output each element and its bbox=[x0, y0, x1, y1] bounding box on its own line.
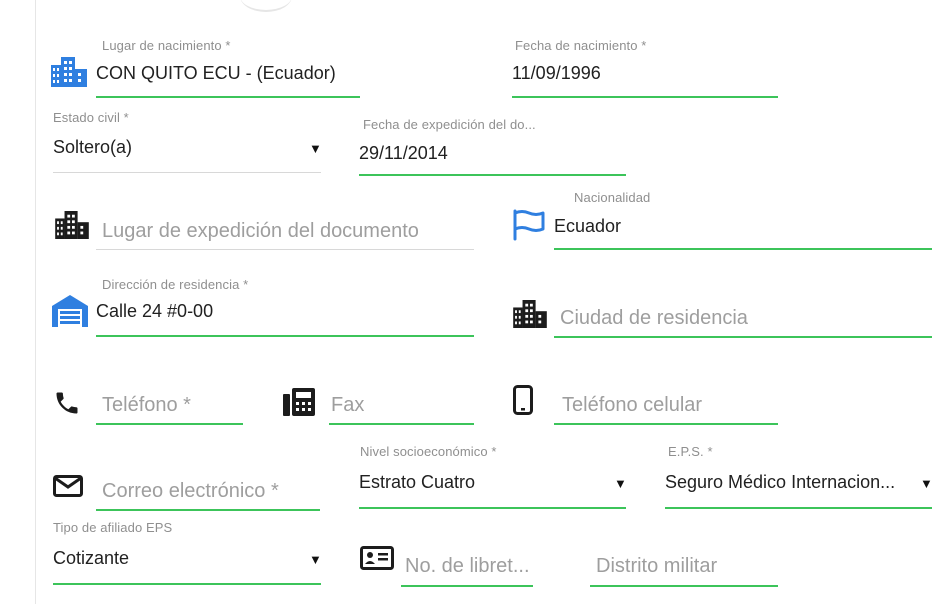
nationality-underline bbox=[554, 248, 932, 250]
id-card-icon bbox=[360, 546, 394, 570]
fax-input[interactable]: Fax bbox=[329, 390, 474, 426]
marital-status-label: Estado civil * bbox=[53, 110, 129, 125]
city-icon bbox=[513, 300, 547, 328]
email-placeholder: Correo electrónico * bbox=[102, 480, 279, 502]
mobile-phone-underline bbox=[554, 423, 778, 425]
birthplace-underline bbox=[96, 96, 360, 98]
nationality-field[interactable]: Nacionalidad Ecuador bbox=[554, 190, 932, 252]
phone-input[interactable]: Teléfono * bbox=[96, 390, 243, 426]
residence-city-underline bbox=[554, 336, 932, 338]
dropdown-arrow-icon: ▼ bbox=[309, 141, 322, 156]
military-district-input[interactable]: Distrito militar bbox=[590, 552, 778, 588]
fax-placeholder: Fax bbox=[331, 394, 365, 416]
residence-address-label: Dirección de residencia * bbox=[102, 277, 249, 292]
doc-issue-place-underline bbox=[96, 249, 474, 250]
military-card-underline bbox=[401, 585, 533, 587]
mobile-phone-icon bbox=[513, 385, 533, 415]
birthdate-label: Fecha de nacimiento * bbox=[515, 38, 647, 53]
residence-address-value: Calle 24 #0-00 bbox=[96, 301, 214, 321]
birthdate-field[interactable]: Fecha de nacimiento * 11/09/1996 bbox=[512, 38, 778, 100]
dropdown-arrow-icon: ▼ bbox=[309, 552, 322, 567]
marital-status-underline bbox=[53, 172, 321, 173]
panel-left-border bbox=[35, 0, 36, 604]
marital-status-select[interactable]: Estado civil * Soltero(a) ▼ bbox=[53, 110, 322, 174]
eps-affiliate-type-label: Tipo de afiliado EPS bbox=[53, 520, 173, 535]
birthplace-field[interactable]: Lugar de nacimiento * CON QUITO ECU - (E… bbox=[96, 38, 360, 100]
fax-underline bbox=[329, 423, 474, 425]
mobile-phone-placeholder: Teléfono celular bbox=[562, 394, 703, 416]
eps-affiliate-type-value: Cotizante bbox=[53, 548, 130, 568]
military-district-underline bbox=[590, 585, 778, 587]
dropdown-arrow-icon: ▼ bbox=[614, 476, 627, 491]
military-card-placeholder: No. de libret... bbox=[405, 555, 530, 577]
residence-address-field[interactable]: Dirección de residencia * Calle 24 #0-00 bbox=[96, 277, 474, 339]
eps-label: E.P.S. * bbox=[668, 444, 713, 459]
socioeconomic-level-value: Estrato Cuatro bbox=[359, 472, 476, 492]
doc-issue-place-placeholder: Lugar de expedición del documento bbox=[102, 220, 419, 242]
birthdate-value: 11/09/1996 bbox=[512, 63, 601, 83]
residence-city-input[interactable]: Ciudad de residencia bbox=[554, 303, 932, 339]
email-input[interactable]: Correo electrónico * bbox=[96, 476, 320, 512]
doc-issue-place-input[interactable]: Lugar de expedición del documento bbox=[96, 215, 474, 251]
envelope-icon bbox=[53, 475, 83, 497]
residence-address-underline bbox=[96, 335, 474, 337]
nationality-value: Ecuador bbox=[554, 216, 622, 236]
flag-icon bbox=[513, 209, 545, 241]
socioeconomic-level-select[interactable]: Nivel socioeconómico * Estrato Cuatro ▼ bbox=[359, 444, 627, 510]
email-underline bbox=[96, 509, 320, 511]
doc-issue-date-label: Fecha de expedición del do... bbox=[363, 117, 536, 132]
phone-placeholder: Teléfono * bbox=[102, 394, 191, 416]
military-district-placeholder: Distrito militar bbox=[596, 555, 718, 577]
eps-select[interactable]: E.P.S. * Seguro Médico Internacion... ▼ bbox=[665, 444, 933, 510]
eps-underline bbox=[665, 507, 932, 509]
military-card-input[interactable]: No. de libret... bbox=[401, 552, 533, 588]
eps-value: Seguro Médico Internacion... bbox=[665, 472, 896, 492]
top-decoration bbox=[240, 0, 292, 12]
nationality-label: Nacionalidad bbox=[574, 190, 651, 205]
birthplace-value: CON QUITO ECU - (Ecuador) bbox=[96, 63, 336, 83]
city-icon bbox=[51, 57, 87, 87]
socioeconomic-level-label: Nivel socioeconómico * bbox=[360, 444, 497, 459]
dropdown-arrow-icon: ▼ bbox=[920, 476, 933, 491]
fax-icon bbox=[283, 388, 315, 416]
birthplace-label: Lugar de nacimiento * bbox=[102, 38, 231, 53]
eps-affiliate-type-underline bbox=[53, 583, 321, 585]
phone-underline bbox=[96, 423, 243, 425]
doc-issue-date-underline bbox=[359, 174, 626, 176]
socioeconomic-level-underline bbox=[359, 507, 626, 509]
marital-status-value: Soltero(a) bbox=[53, 137, 133, 157]
birthdate-underline bbox=[512, 96, 778, 98]
eps-affiliate-type-select[interactable]: Tipo de afiliado EPS Cotizante ▼ bbox=[53, 520, 322, 586]
doc-issue-date-value: 29/11/2014 bbox=[359, 143, 448, 163]
residence-city-placeholder: Ciudad de residencia bbox=[560, 307, 748, 329]
phone-icon bbox=[56, 392, 78, 414]
doc-issue-date-field[interactable]: Fecha de expedición del do... 29/11/2014 bbox=[359, 117, 626, 179]
mobile-phone-input[interactable]: Teléfono celular bbox=[554, 390, 778, 426]
city-icon bbox=[55, 211, 89, 239]
warehouse-icon bbox=[52, 295, 88, 327]
